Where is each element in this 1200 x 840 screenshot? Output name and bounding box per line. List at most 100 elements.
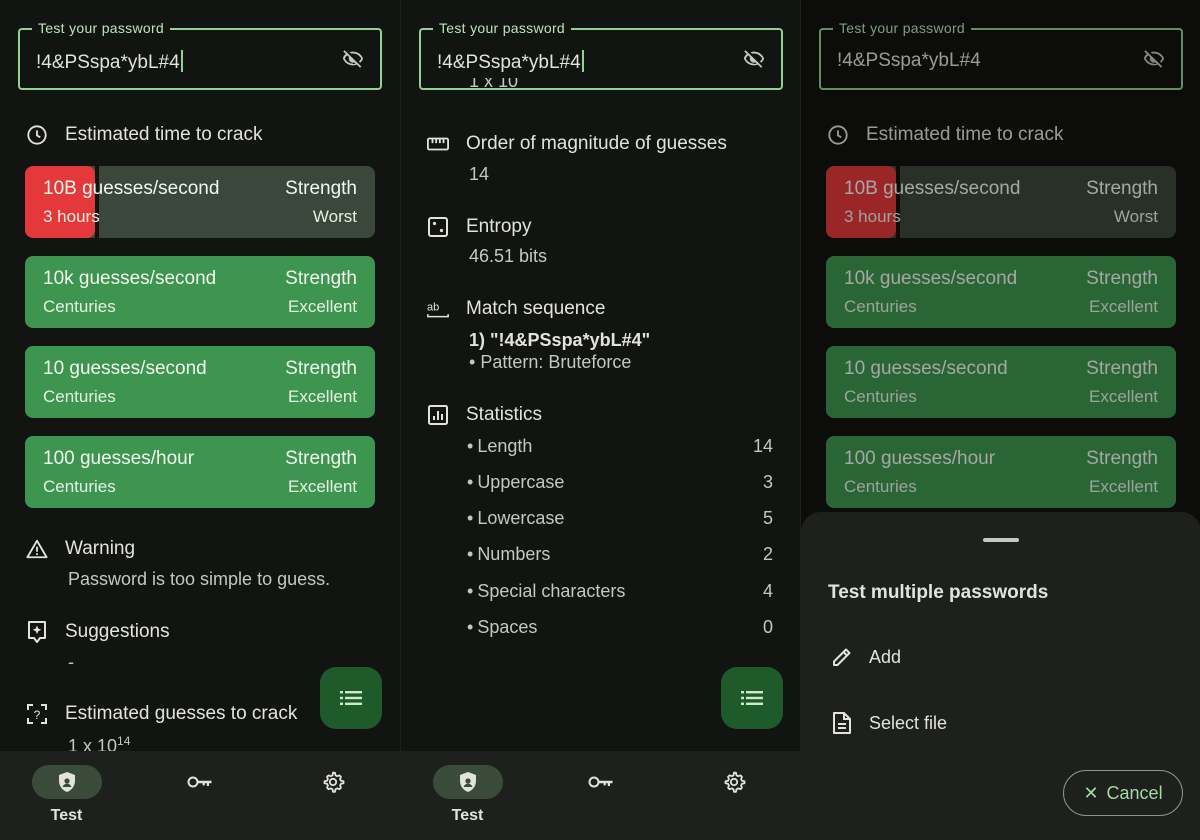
panel-test-details: 1 x 10 Test your password !4&PSspa*ybL#4… xyxy=(400,0,800,840)
password-input[interactable]: !4&PSspa*ybL#4 xyxy=(36,50,183,74)
crack-card-100-hour: 100 guesses/hour Centuries Strength Exce… xyxy=(25,436,375,508)
crack-card-10k: 10k guesses/second Centuries Strength Ex… xyxy=(25,256,375,328)
crack-card-10: 10 guesses/second Centuries Strength Exc… xyxy=(25,346,375,418)
stat-row-spaces: • Spaces 0 xyxy=(467,617,773,637)
crack-time-header: Estimated time to crack xyxy=(26,124,262,146)
entropy-header: Entropy xyxy=(427,216,531,238)
guesses-title: Estimated guesses to crack xyxy=(65,703,298,724)
statistics-header: Statistics xyxy=(427,404,542,426)
gear-icon xyxy=(724,771,745,793)
guesses-header: ? Estimated guesses to crack xyxy=(26,703,297,725)
list-icon xyxy=(340,691,362,705)
strength-value: Excellent xyxy=(288,297,357,316)
suggestions-header: Suggestions xyxy=(26,621,170,643)
crack-rate: 10 guesses/second xyxy=(43,358,207,379)
drag-handle[interactable] xyxy=(983,538,1019,542)
nav-test-label: Test xyxy=(451,807,484,824)
nav-settings[interactable] xyxy=(667,751,800,840)
nav-generator[interactable] xyxy=(534,751,667,840)
shield-icon xyxy=(58,772,75,792)
clock-icon xyxy=(26,124,48,146)
entropy-value: 46.51 bits xyxy=(469,246,548,266)
bottom-sheet: Test multiple passwords Add Select file … xyxy=(801,512,1200,840)
stat-row-numbers: • Numbers 2 xyxy=(467,544,773,564)
crack-time-value: Centuries xyxy=(43,297,116,316)
sparkle-icon xyxy=(26,621,48,643)
gear-icon xyxy=(323,771,344,793)
magnitude-value: 14 xyxy=(469,164,490,184)
nav-test-label: Test xyxy=(50,807,83,824)
dice-icon xyxy=(427,216,449,238)
password-field[interactable]: Test your password !4&PSspa*ybL#4 xyxy=(419,20,783,90)
password-field[interactable]: Test your password !4&PSspa*ybL#4 xyxy=(18,20,382,90)
strength-value: Worst xyxy=(312,207,357,226)
stat-row-uppercase: • Uppercase 3 xyxy=(467,472,773,492)
entropy-title: Entropy xyxy=(466,216,532,237)
close-icon: ✕ xyxy=(1083,782,1099,803)
statistics-title: Statistics xyxy=(466,404,543,425)
key-icon xyxy=(588,776,612,788)
stat-row-lowercase: • Lowercase 5 xyxy=(467,508,773,528)
warning-icon xyxy=(26,538,48,560)
visibility-off-icon[interactable] xyxy=(741,48,767,70)
warning-title: Warning xyxy=(65,538,136,559)
list-icon xyxy=(741,691,763,705)
strength-label: Strength xyxy=(285,358,357,379)
crack-time-value: 3 hours xyxy=(43,207,100,226)
test-multiple-fab[interactable] xyxy=(721,667,783,729)
ab-icon: ab xyxy=(427,298,449,320)
crack-rate: 10B guesses/second xyxy=(43,178,220,199)
nav-settings[interactable] xyxy=(266,751,399,840)
nav-test[interactable]: Test xyxy=(401,751,534,840)
scan-icon: ? xyxy=(26,703,48,725)
strength-value: Excellent xyxy=(288,387,357,406)
ruler-icon xyxy=(427,133,449,155)
stat-row-special: • Special characters 4 xyxy=(467,581,773,601)
svg-text:?: ? xyxy=(34,708,41,722)
strength-label: Strength xyxy=(285,268,357,289)
suggestions-title: Suggestions xyxy=(65,621,170,642)
cancel-button[interactable]: ✕ Cancel xyxy=(1063,770,1183,816)
strength-label: Strength xyxy=(285,448,357,469)
crack-rate: 100 guesses/hour xyxy=(43,448,195,469)
stat-row-length: • Length 14 xyxy=(467,436,773,456)
crack-time-title: Estimated time to crack xyxy=(65,124,263,145)
crack-card-10b: 10B guesses/second 3 hours Strength Wors… xyxy=(25,166,375,238)
password-field-label: Test your password xyxy=(433,20,572,36)
chart-icon xyxy=(427,404,449,426)
nav-generator[interactable] xyxy=(133,751,266,840)
strength-bar-worst xyxy=(25,166,95,238)
select-file-label: Select file xyxy=(869,712,948,733)
strength-label: Strength xyxy=(285,178,357,199)
warning-text: Password is too simple to guess. xyxy=(68,569,331,589)
warning-header: Warning xyxy=(26,538,135,560)
magnitude-title: Order of magnitude of guesses xyxy=(466,133,727,154)
select-file-button[interactable]: Select file xyxy=(829,710,947,736)
pencil-icon xyxy=(829,644,855,670)
crack-time-value: Centuries xyxy=(43,387,116,406)
match-sequence-header: ab Match sequence xyxy=(427,298,605,320)
sheet-title: Test multiple passwords xyxy=(828,582,1049,603)
visibility-off-icon[interactable] xyxy=(340,48,366,70)
bottom-navigation: Test xyxy=(401,751,800,840)
suggestions-text: - xyxy=(68,652,74,672)
password-input[interactable]: !4&PSspa*ybL#4 xyxy=(437,50,584,74)
key-icon xyxy=(187,776,211,788)
match-sequence-title: Match sequence xyxy=(466,298,606,319)
test-multiple-fab[interactable] xyxy=(320,667,382,729)
panel-multiple-sheet: Test your password !4&PSspa*ybL#4 Estima… xyxy=(800,0,1200,840)
strength-value: Excellent xyxy=(288,477,357,496)
nav-test[interactable]: Test xyxy=(0,751,133,840)
match-pattern: • Pattern: Bruteforce xyxy=(469,352,632,372)
shield-icon xyxy=(459,772,476,792)
file-icon xyxy=(829,710,855,736)
panel-test-results: Test your password !4&PSspa*ybL#4 Estima… xyxy=(0,0,400,840)
bottom-navigation: Test xyxy=(0,751,400,840)
crack-time-value: Centuries xyxy=(43,477,116,496)
svg-text:ab: ab xyxy=(427,302,439,314)
add-button[interactable]: Add xyxy=(829,644,901,670)
crack-rate: 10k guesses/second xyxy=(43,268,217,289)
password-field-label: Test your password xyxy=(32,20,171,36)
magnitude-header: Order of magnitude of guesses xyxy=(427,133,727,155)
add-label: Add xyxy=(869,646,902,667)
